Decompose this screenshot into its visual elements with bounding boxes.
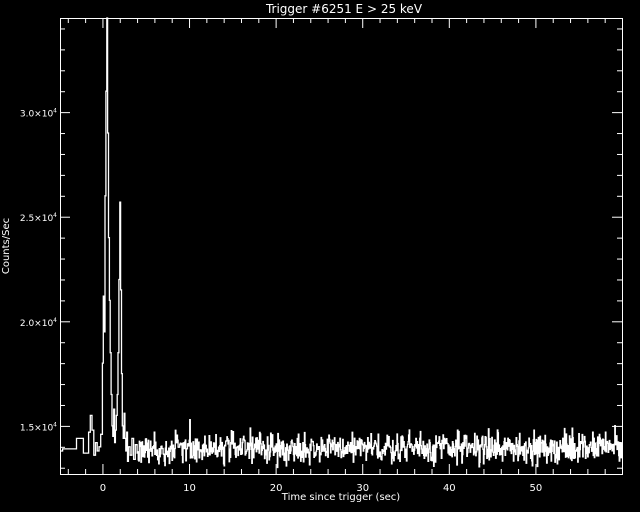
y-tick-label: 2.0×104 <box>20 317 57 329</box>
y-tick-label: 3.0×104 <box>20 108 57 120</box>
y-tick-label: 1.5×104 <box>20 421 57 433</box>
chart-window: Trigger #6251 E > 25 keV 0 10 20 30 40 50 1.5… <box>0 0 640 512</box>
x-tick-label: 50 <box>530 483 543 494</box>
x-tick-label: 10 <box>183 483 196 494</box>
y-axis-label: Counts/Sec <box>1 218 12 274</box>
y-tick-labels: 1.5×104 2.0×104 2.5×104 3.0×104 <box>20 108 57 434</box>
plot-frame <box>60 18 623 475</box>
x-axis-label: Time since trigger (sec) <box>281 492 401 503</box>
x-tick-label: 0 <box>100 483 106 494</box>
chart-title: Trigger #6251 E > 25 keV <box>265 2 423 16</box>
x-tick-label: 20 <box>270 483 283 494</box>
series-line <box>60 17 623 469</box>
light-curve-chart: Trigger #6251 E > 25 keV 0 10 20 30 40 50 1.5… <box>1 2 623 503</box>
y-tick-label: 2.5×104 <box>20 212 57 224</box>
x-tick-label: 40 <box>443 483 456 494</box>
axis-ticks <box>60 18 622 474</box>
